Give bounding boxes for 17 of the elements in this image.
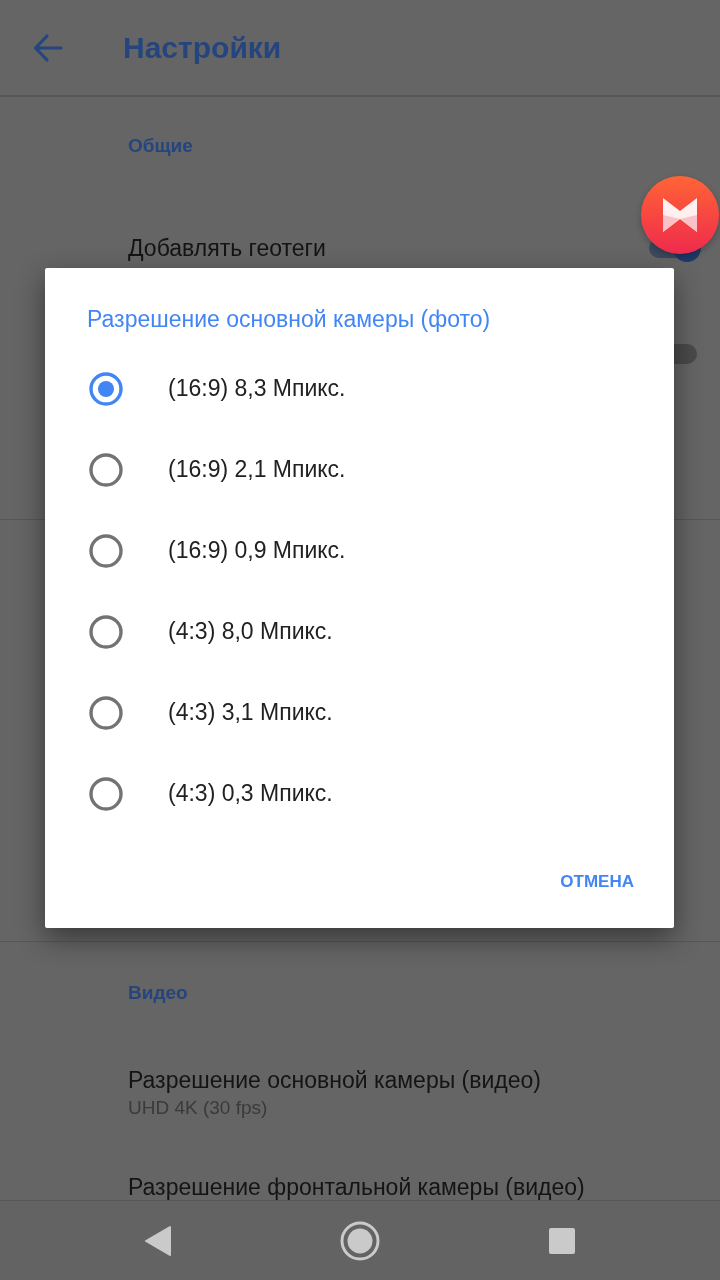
bowtie-icon <box>662 197 698 233</box>
radio-option[interactable]: (4:3) 3,1 Мпикс. <box>45 672 674 753</box>
section-header: Видео <box>128 982 188 1004</box>
radio-option[interactable]: (4:3) 0,3 Мпикс. <box>45 753 674 834</box>
floating-bubble-overlay[interactable] <box>641 176 719 254</box>
square-recents-icon <box>549 1227 575 1254</box>
radio-option[interactable]: (16:9) 0,9 Мпикс. <box>45 510 674 591</box>
dialog-title: Разрешение основной камеры (фото) <box>87 305 491 334</box>
triangle-back-icon <box>144 1224 172 1257</box>
radio-option[interactable]: (16:9) 8,3 Мпикс. <box>45 348 674 429</box>
screen-title: Настройки <box>123 29 282 66</box>
section-header: Общие <box>128 135 193 157</box>
home-circle-icon <box>340 1220 380 1261</box>
radio-option[interactable]: (4:3) 8,0 Мпикс. <box>45 591 674 672</box>
setting-title: Добавлять геотеги <box>128 234 326 262</box>
cancel-button[interactable]: ОТМЕНА <box>552 859 642 905</box>
radio-option[interactable]: (16:9) 2,1 Мпикс. <box>45 429 674 510</box>
